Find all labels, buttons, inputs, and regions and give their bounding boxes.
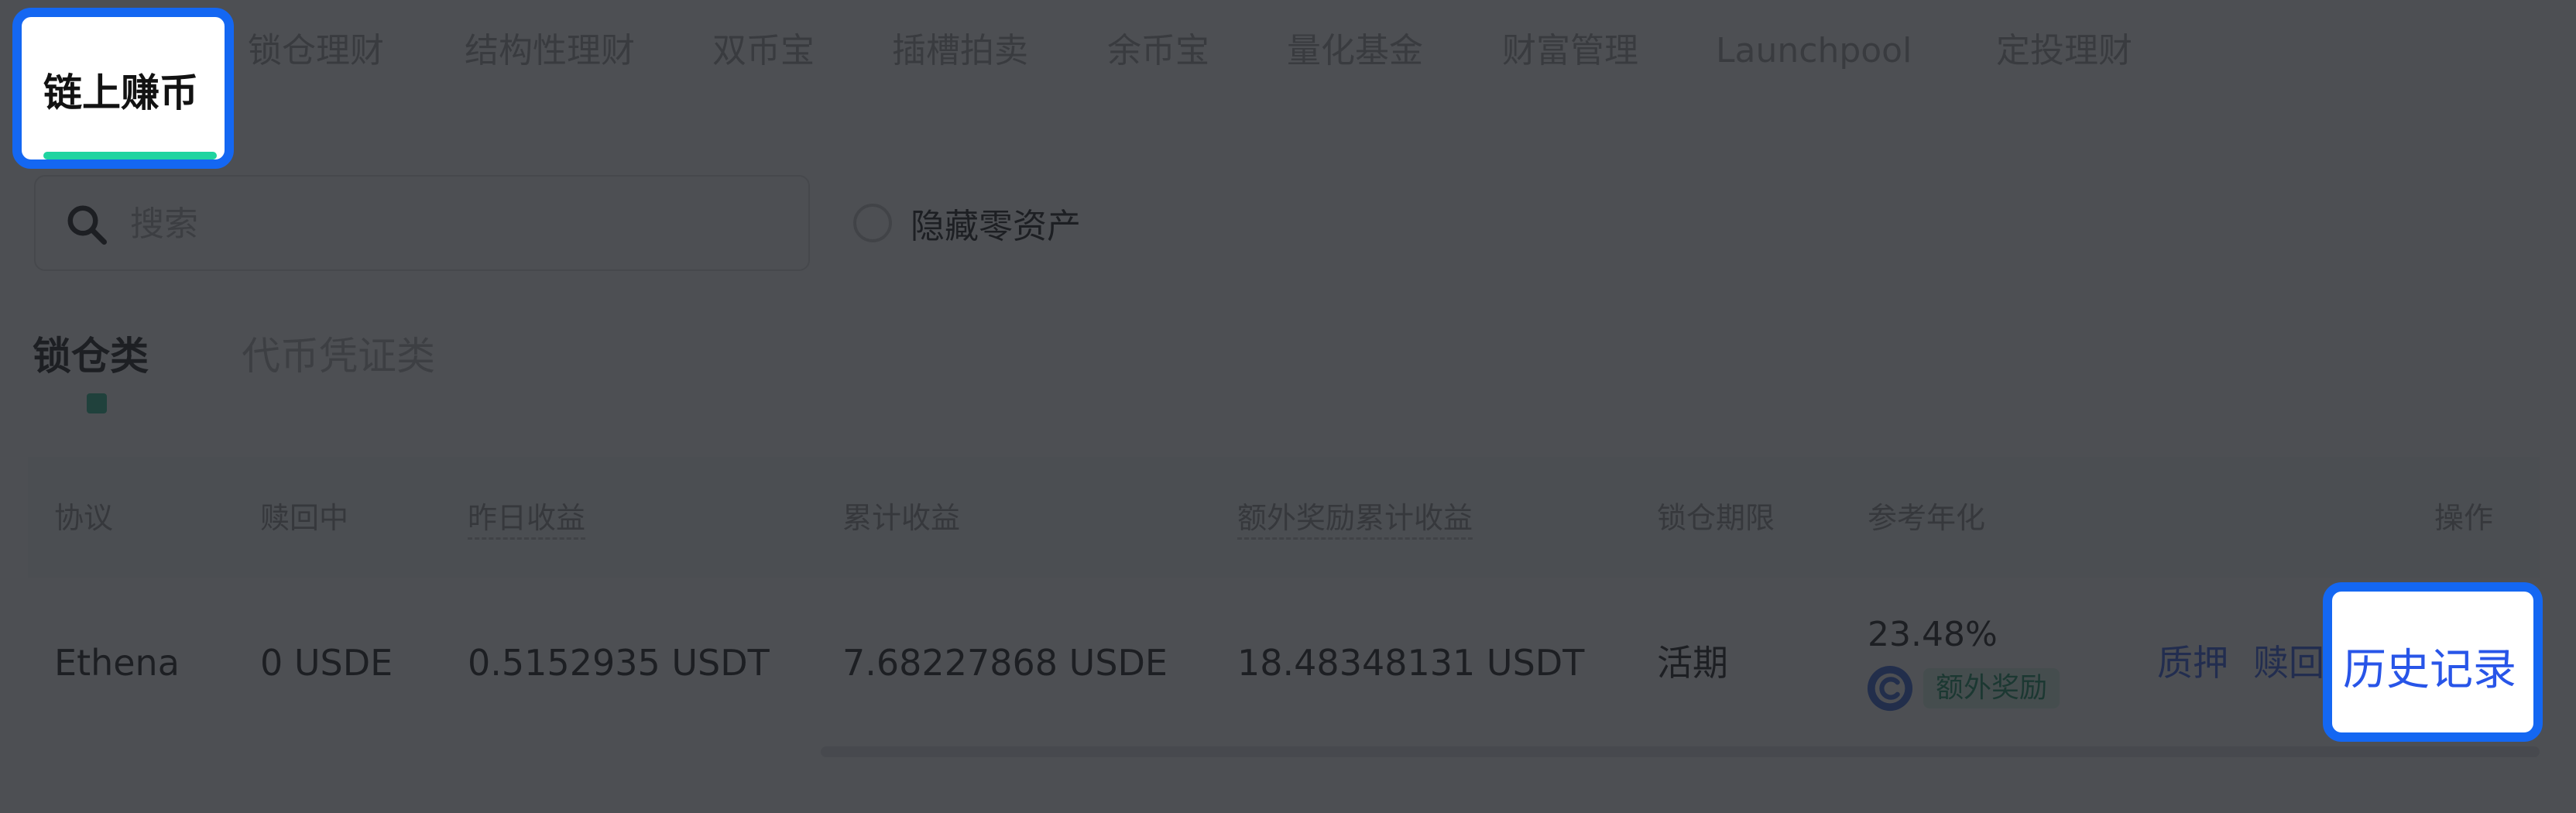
subtab-locked[interactable]: 锁仓类 <box>33 333 149 379</box>
tab-dual-currency[interactable]: 双币宝 <box>712 31 815 71</box>
header-yesterday-earnings[interactable]: 昨日收益 <box>468 500 586 540</box>
product-tab-bar: 链上赚币 锁仓理财 结构性理财 双币宝 插槽拍卖 余币宝 量化基金 财富管理 L… <box>0 0 2576 153</box>
tab-flexible-savings[interactable]: 余币宝 <box>1107 31 1209 71</box>
search-box[interactable] <box>34 175 810 271</box>
header-bonus-total-earnings[interactable]: 额外奖励累计收益 <box>1237 500 1473 540</box>
search-icon <box>67 205 107 245</box>
bonus-coin-icon <box>1867 665 1913 712</box>
tab-structured-products[interactable]: 结构性理财 <box>465 31 635 71</box>
highlighted-tab-underline <box>43 152 217 160</box>
highlighted-tab-label: 链上赚币 <box>43 70 198 115</box>
header-apy: 参考年化 <box>1868 501 1986 535</box>
cell-protocol: Ethena <box>54 642 180 684</box>
cell-lock-period: 活期 <box>1657 642 1728 684</box>
bonus-badge: 额外奖励 <box>1923 668 2060 708</box>
hide-zero-label: 隐藏零资产 <box>911 207 1081 246</box>
highlighted-tab-onchain-earn[interactable]: 链上赚币 <box>12 8 234 169</box>
table-row: Ethena 0 USDE 0.5152935 USDT 7.68227868 … <box>28 578 2540 756</box>
hide-zero-assets-toggle[interactable]: 隐藏零资产 <box>853 198 1081 248</box>
bonus-reward[interactable]: 额外奖励 <box>1866 663 2060 714</box>
tab-locked-savings[interactable]: 锁仓理财 <box>248 31 384 71</box>
cell-apy: 23.48% <box>1868 615 1998 654</box>
subtab-token-voucher[interactable]: 代币凭证类 <box>242 333 435 379</box>
header-redeeming: 赎回中 <box>260 501 349 535</box>
header-total-earnings: 累计收益 <box>842 501 961 535</box>
redeem-link[interactable]: 赎回 <box>2253 641 2324 684</box>
highlighted-history-button[interactable]: 历史记录 <box>2323 582 2543 742</box>
header-protocol: 协议 <box>54 501 114 535</box>
horizontal-scrollbar[interactable] <box>821 746 2540 757</box>
cell-total-earnings: 7.68227868 USDE <box>842 642 1168 684</box>
tab-wealth-management[interactable]: 财富管理 <box>1502 31 1638 71</box>
hide-zero-radio[interactable] <box>853 204 892 242</box>
header-actions: 操作 <box>2434 501 2494 535</box>
pledge-link[interactable]: 质押 <box>2157 641 2228 684</box>
tab-quant-fund[interactable]: 量化基金 <box>1287 31 1423 71</box>
table-header: 协议 赎回中 昨日收益 累计收益 额外奖励累计收益 锁仓期限 参考年化 操作 <box>28 457 2540 578</box>
tab-auto-invest[interactable]: 定投理财 <box>1996 31 2132 71</box>
tab-slot-auction[interactable]: 插槽拍卖 <box>892 31 1028 71</box>
search-input[interactable] <box>129 192 782 256</box>
cell-bonus-total-earnings: 18.48348131 USDT <box>1237 642 1585 684</box>
header-lock-period: 锁仓期限 <box>1657 501 1775 535</box>
tab-launchpool[interactable]: Launchpool <box>1716 31 1912 71</box>
cell-redeeming: 0 USDE <box>260 642 393 684</box>
subtab-indicator <box>87 393 107 413</box>
cell-yesterday-earnings: 0.5152935 USDT <box>468 642 770 684</box>
history-link[interactable]: 历史记录 <box>2343 635 2516 698</box>
